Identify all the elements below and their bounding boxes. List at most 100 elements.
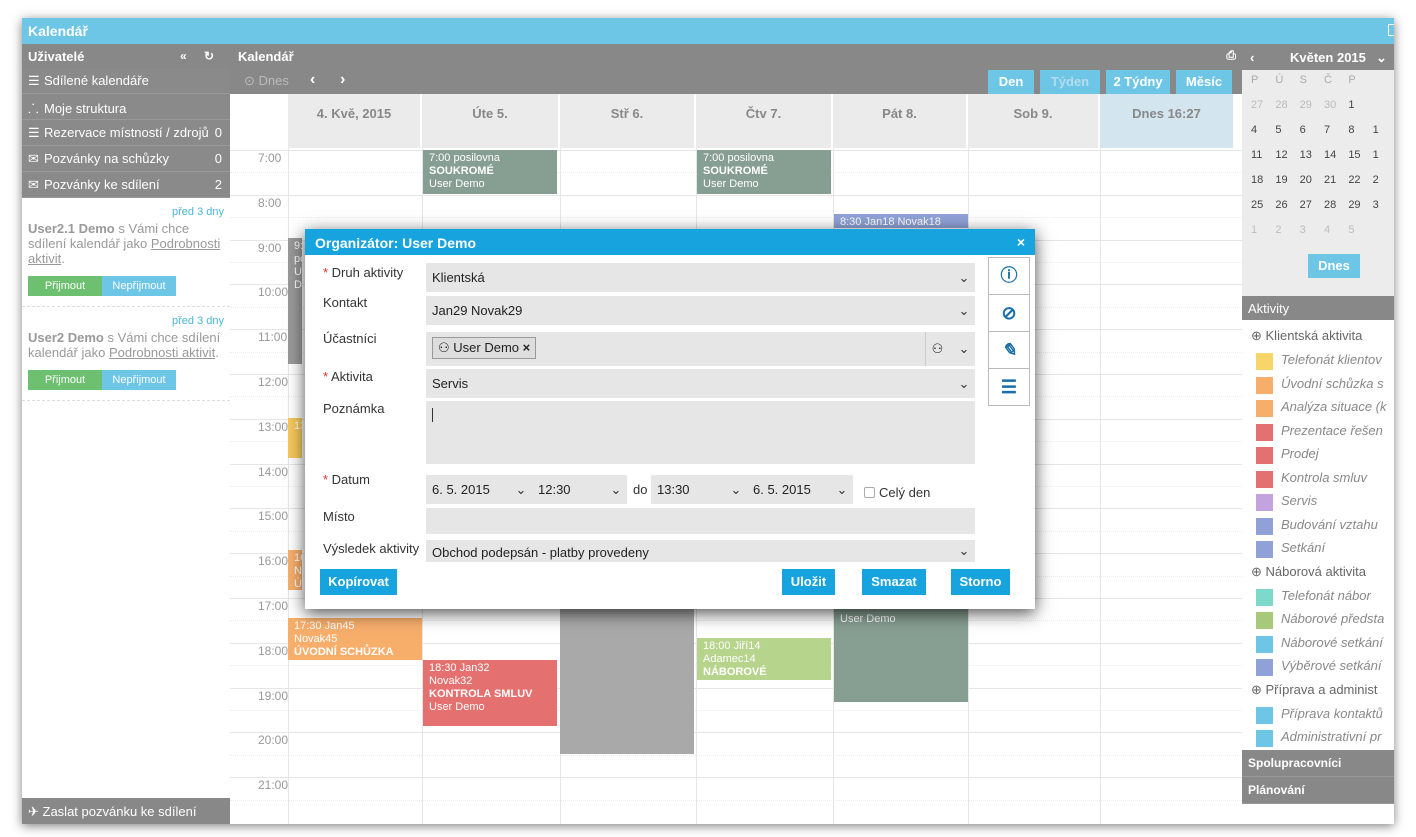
window-corner-icon[interactable] — [1388, 24, 1394, 36]
day-header[interactable]: Dnes 16:27 — [1100, 94, 1234, 148]
mini-cal-day[interactable] — [1370, 99, 1394, 124]
sidebar-item[interactable]: ☰ Sdílené kalendáře — [22, 68, 230, 94]
time-to-select[interactable]: 13:30 ⌄ — [651, 475, 747, 504]
accept-button[interactable]: Přijmout — [28, 370, 102, 390]
day-header[interactable]: Stř 6. — [560, 94, 695, 148]
place-input[interactable] — [426, 508, 975, 534]
mini-cal-day[interactable]: 21 — [1321, 174, 1345, 199]
mini-cal-day[interactable]: 4 — [1248, 124, 1272, 149]
add-user-icon[interactable]: ⚇ — [925, 332, 949, 366]
mini-cal-day[interactable]: 29 — [1345, 199, 1369, 224]
mini-cal-day[interactable]: 19 — [1272, 174, 1296, 199]
mini-cal-day[interactable]: 13 — [1297, 149, 1321, 174]
activity-type-item[interactable]: Úvodní schůzka s — [1246, 376, 1394, 400]
refresh-icon[interactable]: ↻ — [204, 49, 214, 63]
day-header[interactable]: Čtv 7. — [696, 94, 832, 148]
today-link[interactable]: ⊙ Dnes — [244, 73, 289, 89]
mini-cal-day[interactable]: 5 — [1272, 124, 1296, 149]
mini-cal-day[interactable]: 7 — [1321, 124, 1345, 149]
chevron-down-icon[interactable]: ⌄ — [953, 332, 975, 366]
all-day-checkbox[interactable]: Celý den — [864, 485, 930, 500]
sidebar-item[interactable]: ✉ Pozvánky ke sdílení 2 — [22, 172, 230, 198]
clock-check-icon[interactable]: ⊘ — [988, 294, 1030, 332]
mini-cal-day[interactable]: 3 — [1370, 199, 1394, 224]
print-icon[interactable]: ⎙ — [1226, 48, 1236, 63]
activity-type-item[interactable]: Budování vztahu — [1246, 517, 1394, 541]
accept-button[interactable]: Přijmout — [28, 276, 102, 296]
calendar-event[interactable]: 17:30 Jan45 Novak45 ÚVODNÍ SCHŮZKA — [288, 618, 422, 660]
activity-type-select[interactable]: Klientská ⌄ — [426, 263, 975, 292]
mini-cal-day[interactable]: 25 — [1248, 199, 1272, 224]
activity-type-item[interactable]: Kontrola smluv — [1246, 470, 1394, 494]
close-icon[interactable]: × — [1017, 234, 1025, 250]
activity-type-item[interactable]: Administrativní pr — [1246, 729, 1394, 750]
activity-type-item[interactable]: Prezentace řešen — [1246, 423, 1394, 447]
next-arrow-icon[interactable]: › — [340, 71, 345, 89]
calendar-event[interactable]: SOUKROMÉUser Demo — [834, 598, 968, 702]
note-textarea[interactable] — [426, 401, 975, 464]
mini-cal-day[interactable]: 28 — [1272, 99, 1296, 124]
view-month-button[interactable]: Měsíc — [1176, 70, 1232, 94]
coworkers-section[interactable]: Spolupracovníci — [1242, 750, 1394, 777]
copy-button[interactable]: Kopírovat — [320, 569, 397, 595]
mini-cal-prev-icon[interactable]: ‹ — [1250, 50, 1254, 65]
participants-field[interactable]: ⚇ User Demo × ⚇ ⌄ — [426, 332, 975, 366]
list-icon[interactable]: ☰ — [988, 368, 1030, 406]
mini-cal-day[interactable]: 6 — [1297, 124, 1321, 149]
mini-cal-dropdown-icon[interactable]: ⌄ — [1376, 50, 1387, 66]
remove-participant-icon[interactable]: × — [523, 340, 531, 355]
mini-cal-day[interactable]: 8 — [1345, 124, 1369, 149]
view-day-button[interactable]: Den — [988, 70, 1034, 94]
calendar-event[interactable]: 7:00 posilovna SOUKROMÉ User Demo — [697, 150, 831, 194]
collapse-icon[interactable]: « — [180, 49, 187, 63]
calendar-event[interactable]: 7:00 posilovna SOUKROMÉ User Demo — [423, 150, 557, 194]
activity-type-item[interactable]: Výběrové setkání — [1246, 658, 1394, 682]
day-header[interactable]: Úte 5. — [422, 94, 559, 148]
calendar-event[interactable]: 13 — [288, 418, 302, 458]
mini-cal-month[interactable]: Květen 2015 — [1290, 50, 1366, 65]
mini-cal-day[interactable]: 18 — [1248, 174, 1272, 199]
mini-cal-day[interactable]: 26 — [1272, 199, 1296, 224]
calendar-event[interactable]: 18:00 Jiří14 Adamec14 NÁBOROVÉ — [697, 638, 831, 680]
mini-cal-day[interactable]: 1 — [1370, 124, 1394, 149]
mini-cal-day[interactable]: 27 — [1248, 99, 1272, 124]
delete-button[interactable]: Smazat — [862, 569, 926, 595]
time-from-select[interactable]: 12:30 ⌄ — [532, 475, 627, 504]
view-2weeks-button[interactable]: 2 Týdny — [1106, 70, 1170, 94]
date-to-select[interactable]: 6. 5. 2015 ⌄ — [747, 475, 853, 504]
sidebar-item[interactable]: ⸫ Moje struktura — [22, 94, 230, 120]
cancel-button[interactable]: Storno — [951, 569, 1010, 595]
mini-cal-day[interactable]: 15 — [1345, 149, 1369, 174]
pencil-icon[interactable]: ✎ — [988, 331, 1030, 369]
day-header[interactable]: Pát 8. — [833, 94, 967, 148]
mini-cal-day[interactable]: 29 — [1297, 99, 1321, 124]
reject-button[interactable]: Nepřijmout — [102, 276, 176, 296]
save-button[interactable]: Uložit — [782, 569, 835, 595]
activity-group[interactable]: ⊕ Klientská aktivita — [1246, 328, 1394, 352]
calendar-event[interactable]: 18:30 Jan32 Novak32 KONTROLA SMLUV User Dem… — [423, 660, 557, 726]
activity-type-item[interactable]: Náborové předsta — [1246, 611, 1394, 635]
date-from-select[interactable]: 6. 5. 2015 ⌄ — [426, 475, 532, 504]
prev-arrow-icon[interactable]: ‹ — [310, 71, 315, 89]
activity-type-item[interactable]: Servis — [1246, 493, 1394, 517]
mini-cal-day[interactable]: 28 — [1321, 199, 1345, 224]
send-share-invitation-button[interactable]: ✈ Zaslat pozvánku ke sdílení — [22, 798, 230, 824]
mini-cal-day[interactable]: 1 — [1370, 149, 1394, 174]
activity-type-item[interactable]: Příprava kontaktů — [1246, 706, 1394, 730]
mini-cal-day[interactable]: 12 — [1272, 149, 1296, 174]
sidebar-item[interactable]: ✉ Pozvánky na schůzky 0 — [22, 146, 230, 172]
calendar-event[interactable]: 9:poUsDe — [288, 238, 302, 364]
mini-cal-day[interactable]: 14 — [1321, 149, 1345, 174]
mini-cal-day[interactable]: 2 — [1370, 174, 1394, 199]
activity-type-item[interactable]: Prodej — [1246, 446, 1394, 470]
activity-type-item[interactable]: Setkání — [1246, 540, 1394, 564]
mini-cal-day[interactable]: 22 — [1345, 174, 1369, 199]
reject-button[interactable]: Nepřijmout — [102, 370, 176, 390]
activity-type-item[interactable]: Telefonát klientov — [1246, 352, 1394, 376]
activity-select[interactable]: Servis ⌄ — [426, 369, 975, 398]
sidebar-item[interactable]: ☰ Rezervace místností / zdrojů 0 — [22, 120, 230, 146]
today-button[interactable]: Dnes — [1308, 254, 1360, 278]
calendar-event[interactable]: 16NoÚV — [288, 550, 302, 590]
activity-group[interactable]: ⊕ Náborová aktivita — [1246, 564, 1394, 588]
activity-type-item[interactable]: Telefonát nábor — [1246, 588, 1394, 612]
